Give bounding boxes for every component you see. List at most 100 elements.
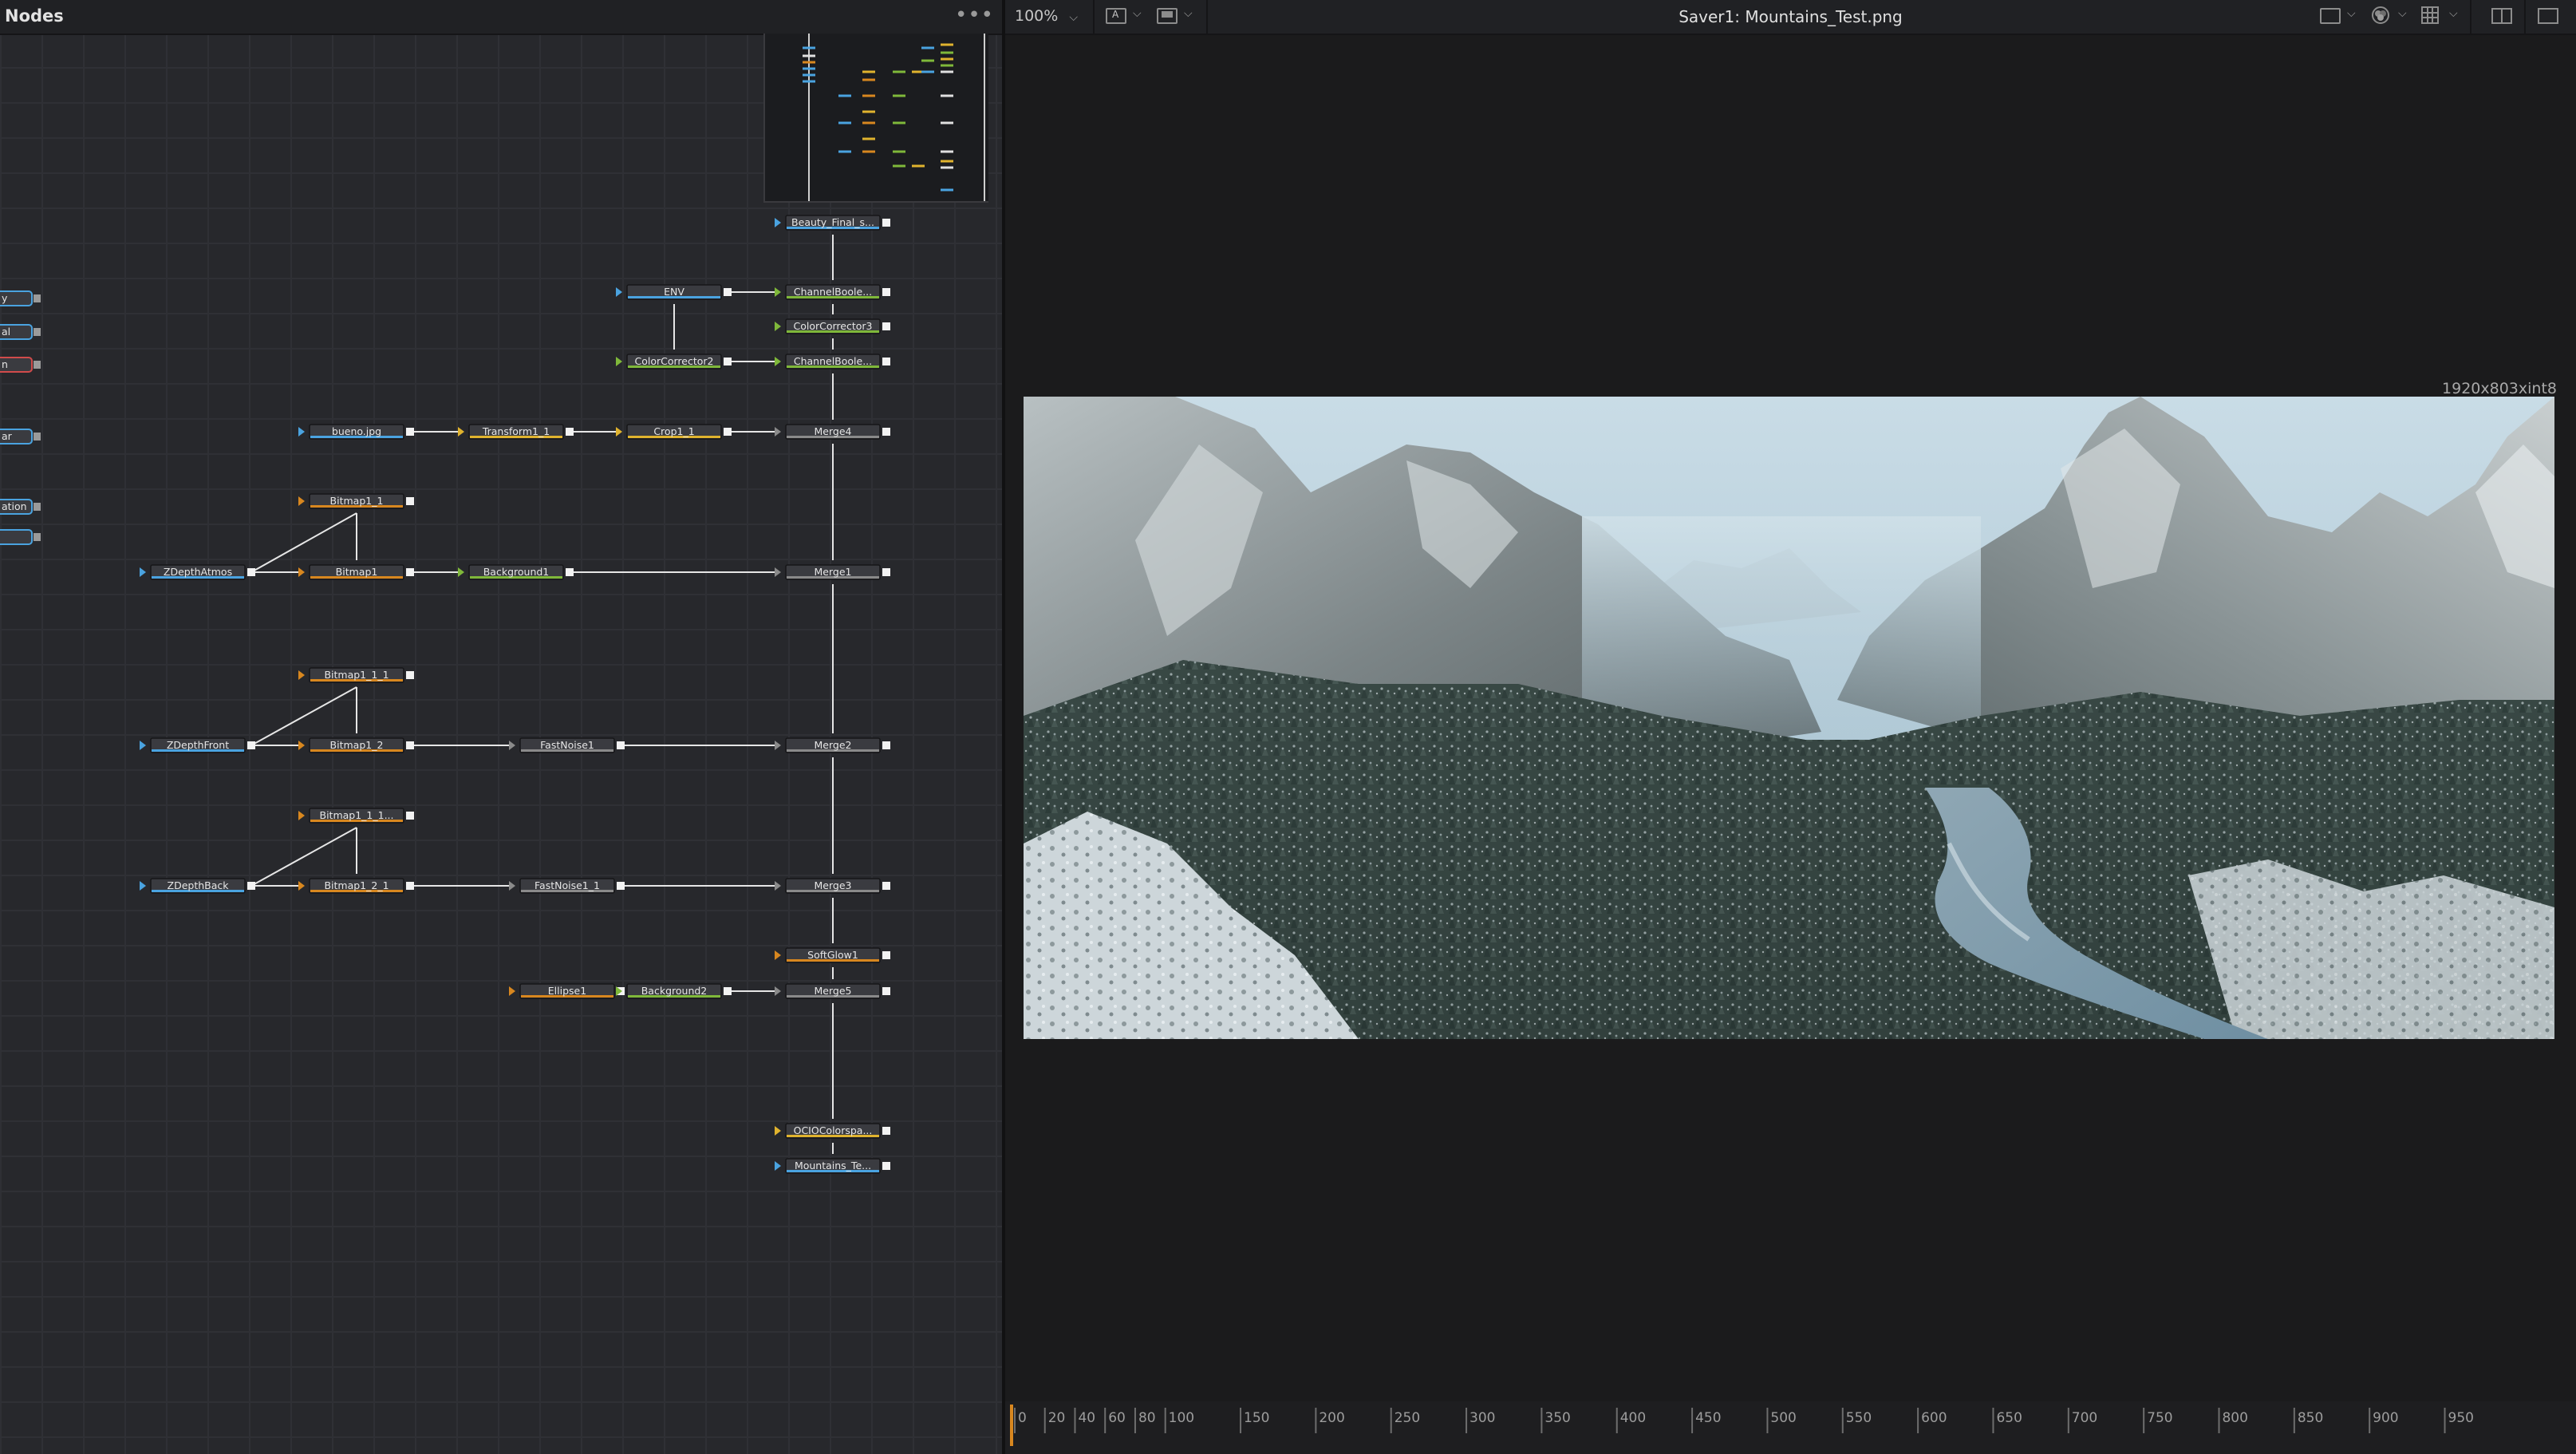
node-bitmap1_1_1_1[interactable]: Bitmap1_1_1...: [298, 808, 414, 824]
node-beauty[interactable]: Beauty_Final_s...: [775, 215, 890, 231]
node-softglow1[interactable]: SoftGlow1: [775, 947, 890, 963]
node-output-icon[interactable]: [882, 428, 890, 436]
node-input-icon[interactable]: [298, 741, 305, 750]
node-input-icon[interactable]: [458, 567, 464, 577]
node-background1[interactable]: Background1: [458, 564, 574, 580]
node-fastnoise1[interactable]: FastNoise1: [509, 737, 625, 753]
node-merge4[interactable]: Merge4: [775, 424, 890, 440]
node-output-icon[interactable]: [406, 741, 414, 749]
node-input-icon[interactable]: [775, 1126, 781, 1136]
node-graph[interactable]: Beauty_Final_s... ChannelBoole... ENV Color…: [0, 34, 1002, 1454]
node-output-icon[interactable]: [882, 882, 890, 890]
node-fastnoise1_1[interactable]: FastNoise1_1: [509, 878, 625, 894]
node-input-icon[interactable]: [509, 986, 515, 996]
node-output-icon[interactable]: [406, 568, 414, 576]
node-input-icon[interactable]: [775, 1161, 781, 1171]
partial-node[interactable]: ar: [0, 429, 41, 444]
node-input-icon[interactable]: [775, 881, 781, 891]
node-input-icon[interactable]: [140, 567, 146, 577]
node-output-icon[interactable]: [882, 951, 890, 959]
nodes-panel[interactable]: Nodes ••• Beauty_Final_s... ChannelBoole.…: [0, 0, 1002, 1454]
node-zdepthatmos[interactable]: ZDepthAtmos: [140, 564, 255, 580]
node-input-icon[interactable]: [616, 287, 622, 297]
node-saver[interactable]: Mountains_Te...: [775, 1158, 890, 1174]
viewer-panel[interactable]: 100% ⌵ A ⌵ ⌵ Saver1: Mountains_Test.png …: [1005, 0, 2576, 1454]
node-input-icon[interactable]: [298, 427, 305, 437]
node-bitmap1_2_1[interactable]: Bitmap1_2_1: [298, 878, 414, 894]
node-bitmap1[interactable]: Bitmap1: [298, 564, 414, 580]
node-input-icon[interactable]: [298, 567, 305, 577]
timeline-ruler[interactable]: 0 20 40 60 80 100 150 200 250 300 350 400 450 500 550 6…: [1005, 1401, 2576, 1454]
node-input-icon[interactable]: [298, 881, 305, 891]
node-output-icon[interactable]: [406, 671, 414, 679]
node-output-icon[interactable]: [882, 741, 890, 749]
node-output-icon[interactable]: [247, 882, 255, 890]
node-output-icon[interactable]: [566, 428, 574, 436]
chevron-down-icon[interactable]: ⌵: [2347, 7, 2356, 20]
node-output-icon[interactable]: [882, 322, 890, 330]
node-navigator-minimap[interactable]: [763, 34, 988, 203]
node-input-icon[interactable]: [616, 427, 622, 437]
viewer-image[interactable]: [1024, 397, 2554, 1039]
node-output-icon[interactable]: [724, 288, 732, 296]
node-bueno[interactable]: bueno.jpg: [298, 424, 414, 440]
node-output-icon[interactable]: [617, 741, 625, 749]
node-bitmap1_1_1[interactable]: Bitmap1_1_1: [298, 667, 414, 683]
node-output-icon[interactable]: [882, 1127, 890, 1135]
node-output-icon[interactable]: [882, 1162, 890, 1170]
single-view-icon[interactable]: [2537, 6, 2559, 30]
node-channelbool1[interactable]: ChannelBoole...: [775, 284, 890, 300]
node-input-icon[interactable]: [775, 950, 781, 960]
node-colorcorrector2[interactable]: ColorCorrector2: [616, 354, 732, 369]
node-merge5[interactable]: Merge5: [775, 983, 890, 999]
node-output-icon[interactable]: [882, 987, 890, 995]
node-input-icon[interactable]: [140, 881, 146, 891]
node-merge2[interactable]: Merge2: [775, 737, 890, 753]
chevron-down-icon[interactable]: ⌵: [2398, 7, 2407, 20]
node-bitmap1_2[interactable]: Bitmap1_2: [298, 737, 414, 753]
node-colorcorrector3[interactable]: ColorCorrector3: [775, 318, 890, 334]
node-input-icon[interactable]: [775, 986, 781, 996]
node-output-icon[interactable]: [882, 568, 890, 576]
node-output-icon[interactable]: [406, 428, 414, 436]
node-input-icon[interactable]: [298, 811, 305, 820]
node-zdepthback[interactable]: ZDepthBack: [140, 878, 255, 894]
grid-icon[interactable]: [2420, 6, 2440, 29]
node-merge1[interactable]: Merge1: [775, 564, 890, 580]
node-output-icon[interactable]: [724, 358, 732, 365]
node-bitmap1_1[interactable]: Bitmap1_1: [298, 493, 414, 509]
node-output-icon[interactable]: [882, 288, 890, 296]
chevron-down-icon[interactable]: ⌵: [2449, 7, 2458, 20]
ellipsis-icon[interactable]: •••: [955, 3, 994, 27]
partial-node[interactable]: y: [0, 290, 41, 306]
node-output-icon[interactable]: [724, 428, 732, 436]
node-input-icon[interactable]: [298, 496, 305, 506]
split-view-icon[interactable]: [2491, 6, 2513, 30]
node-input-icon[interactable]: [775, 357, 781, 366]
node-background2[interactable]: Background2: [616, 983, 732, 999]
node-output-icon[interactable]: [617, 882, 625, 890]
node-input-icon[interactable]: [509, 741, 515, 750]
node-output-icon[interactable]: [724, 987, 732, 995]
node-env[interactable]: ENV: [616, 284, 732, 300]
node-ociocolorspace[interactable]: OCIOColorspa...: [775, 1123, 890, 1139]
node-channelbool2[interactable]: ChannelBoole...: [775, 354, 890, 369]
node-output-icon[interactable]: [247, 741, 255, 749]
node-transform1_1[interactable]: Transform1_1: [458, 424, 574, 440]
partial-node[interactable]: n: [0, 357, 41, 373]
playhead[interactable]: [1010, 1405, 1013, 1446]
node-input-icon[interactable]: [140, 741, 146, 750]
node-input-icon[interactable]: [616, 357, 622, 366]
color-wheel-icon[interactable]: [2371, 6, 2390, 25]
node-crop1_1[interactable]: Crop1_1: [616, 424, 732, 440]
partial-node[interactable]: ation: [0, 499, 41, 515]
node-output-icon[interactable]: [566, 568, 574, 576]
partial-node[interactable]: al: [0, 324, 41, 340]
node-input-icon[interactable]: [775, 427, 781, 437]
node-input-icon[interactable]: [298, 670, 305, 680]
node-zdepthfront[interactable]: ZDepthFront: [140, 737, 255, 753]
node-input-icon[interactable]: [775, 218, 781, 227]
node-input-icon[interactable]: [458, 427, 464, 437]
node-output-icon[interactable]: [882, 219, 890, 227]
partial-node[interactable]: [0, 529, 41, 545]
